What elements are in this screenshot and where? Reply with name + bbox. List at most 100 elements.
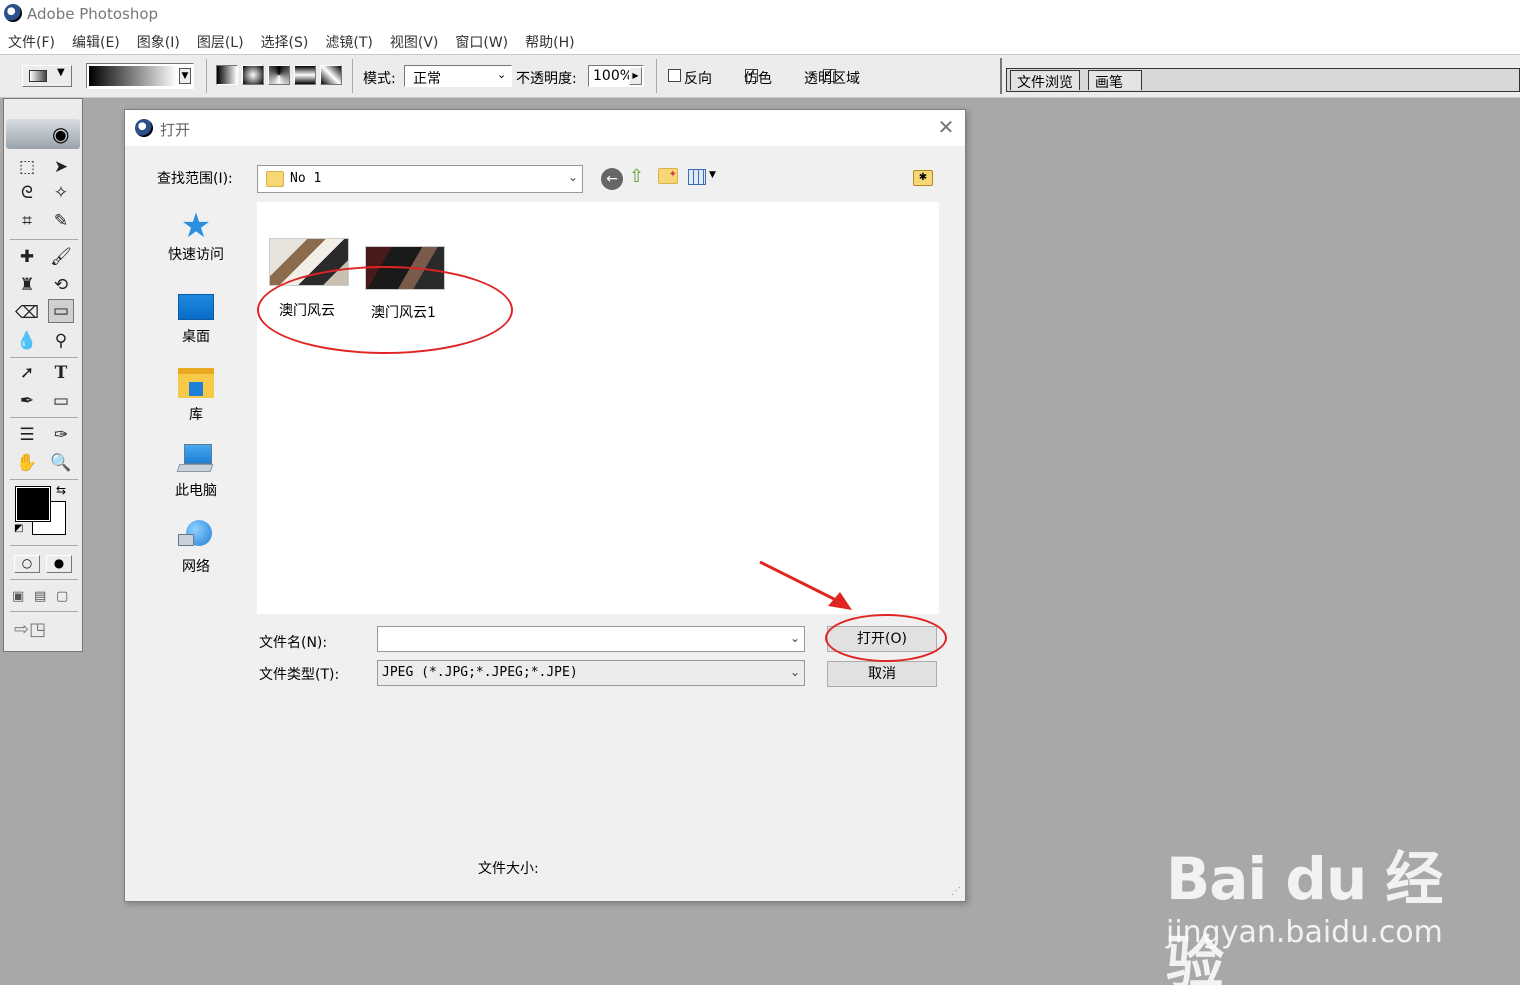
linear-gradient-button[interactable]: [216, 65, 238, 85]
brush-tool-icon[interactable]: 🖌: [48, 245, 74, 269]
mode-select[interactable]: 正常 ⌄: [404, 65, 512, 87]
baidu-logo: Bai du 经验: [1166, 845, 1443, 985]
marquee-tool-icon[interactable]: ⬚: [14, 155, 40, 179]
menu-window[interactable]: 窗口(W): [455, 28, 517, 54]
notes-tool-icon[interactable]: ☰: [14, 423, 40, 447]
tool-preset-picker[interactable]: ▼: [22, 65, 72, 87]
jump-to-imageready-icon[interactable]: ⇨◳: [14, 619, 46, 640]
clone-stamp-icon[interactable]: ♜: [14, 273, 40, 297]
open-dialog: 打开 ✕ 查找范围(I): No 1 ⌄ ← ⇧ ✦ ▼ ✱ ★ 快速访问 桌面…: [124, 109, 966, 902]
mode-label: 模式:: [363, 71, 396, 87]
view-menu-icon[interactable]: [688, 169, 706, 185]
diamond-gradient-button[interactable]: [320, 65, 342, 85]
chevron-down-icon: ⌄: [789, 631, 800, 645]
chevron-down-icon: ▼: [179, 68, 191, 84]
slice-tool-icon[interactable]: ✎: [48, 209, 74, 233]
swap-colors-icon[interactable]: ⇆: [56, 483, 66, 497]
menu-bar: 文件(F) 编辑(E) 图象(I) 图层(L) 选择(S) 滤镜(T) 视图(V…: [0, 28, 1520, 54]
place-quick-access[interactable]: ★ 快速访问: [141, 208, 251, 264]
filesize-label: 文件大小:: [478, 861, 539, 877]
resize-grip-icon[interactable]: ⋰: [951, 886, 961, 897]
cancel-button[interactable]: 取消: [827, 661, 937, 687]
up-folder-icon[interactable]: ⇧: [629, 166, 644, 187]
dodge-tool-icon[interactable]: ⚲: [48, 329, 74, 353]
places-bar: ★ 快速访问 桌面 库 此电脑 网络: [141, 202, 251, 707]
menu-help[interactable]: 帮助(H): [525, 28, 583, 54]
eraser-tool-icon[interactable]: ⌫: [14, 301, 40, 325]
angle-gradient-button[interactable]: [268, 65, 290, 85]
screen-mode-full-menu-icon[interactable]: ▤: [34, 589, 46, 604]
menu-view[interactable]: 视图(V): [390, 28, 448, 54]
lasso-tool-icon[interactable]: ᘓ: [14, 181, 40, 205]
look-in-select[interactable]: No 1 ⌄: [257, 165, 583, 193]
gradient-tool-icon: [29, 70, 47, 82]
gradient-picker[interactable]: ▼: [86, 63, 194, 89]
photoshop-icon: [4, 4, 22, 22]
zoom-tool-icon[interactable]: 🔍: [48, 451, 74, 475]
type-tool-icon[interactable]: T: [48, 361, 74, 385]
history-brush-icon[interactable]: ⟲: [48, 273, 74, 297]
place-label: 桌面: [182, 329, 210, 345]
menu-select[interactable]: 选择(S): [261, 28, 318, 54]
filename-input[interactable]: ⌄: [377, 626, 805, 652]
default-colors-icon[interactable]: ◩: [14, 523, 23, 534]
place-libraries[interactable]: 库: [141, 364, 251, 424]
close-icon[interactable]: ✕: [935, 116, 957, 138]
reverse-label: 反向: [684, 71, 712, 87]
healing-brush-icon[interactable]: ✚: [14, 245, 40, 269]
menu-filter[interactable]: 滤镜(T): [325, 28, 381, 54]
chevron-down-icon: ▼: [709, 170, 716, 180]
screen-mode-standard-icon[interactable]: ▣: [12, 589, 24, 604]
back-icon[interactable]: ←: [601, 168, 623, 190]
magic-wand-icon[interactable]: ✧: [48, 181, 74, 205]
divider: [352, 59, 353, 93]
crop-tool-icon[interactable]: ⌗: [14, 209, 40, 233]
chevron-down-icon: ⌄: [567, 170, 578, 184]
place-label: 此电脑: [175, 483, 217, 499]
favorite-folder-icon[interactable]: ✱: [913, 170, 933, 186]
filename-label: 文件名(N):: [259, 635, 328, 651]
quick-mask-icon[interactable]: ●: [46, 555, 72, 573]
place-network[interactable]: 网络: [141, 516, 251, 576]
dialog-title: 打开: [160, 121, 191, 139]
filetype-value: JPEG (*.JPG;*.JPEG;*.JPE): [382, 665, 578, 680]
computer-icon: [176, 444, 214, 474]
divider: [656, 59, 657, 93]
move-tool-icon[interactable]: ➤: [48, 155, 74, 179]
photoshop-icon: [135, 119, 153, 137]
place-desktop[interactable]: 桌面: [141, 288, 251, 346]
baidu-watermark: Bai du 经验 jingyan.baidu.com: [1160, 820, 1490, 985]
new-folder-icon[interactable]: ✦: [658, 168, 678, 184]
divider: [206, 59, 207, 93]
tab-file-browser[interactable]: 文件浏览: [1010, 70, 1080, 91]
menu-edit[interactable]: 编辑(E): [72, 28, 129, 54]
radial-gradient-button[interactable]: [242, 65, 264, 85]
standard-mode-icon[interactable]: ○: [14, 555, 40, 573]
menu-file[interactable]: 文件(F): [8, 28, 64, 54]
place-label: 快速访问: [168, 247, 224, 263]
annotation-arrow: [759, 560, 852, 610]
toolbox: ◉ ⬚ ➤ ᘓ ✧ ⌗ ✎ ✚ 🖌 ♜ ⟲ ⌫ ▭ 💧 ⚲ ➚ T ✒ ▭ ☰ …: [3, 98, 83, 652]
gradient-tool-icon[interactable]: ▭: [48, 299, 74, 323]
app-title: Adobe Photoshop: [27, 5, 159, 23]
menu-layer[interactable]: 图层(L): [197, 28, 253, 54]
network-icon: [178, 520, 214, 550]
opacity-arrow-icon[interactable]: ▶: [629, 67, 642, 85]
place-label: 网络: [182, 559, 210, 575]
blur-tool-icon[interactable]: 💧: [14, 329, 40, 353]
foreground-color-swatch[interactable]: [15, 486, 51, 522]
opacity-field[interactable]: 100% ▶: [588, 65, 644, 87]
eyedropper-icon[interactable]: ✑: [48, 423, 74, 447]
hand-tool-icon[interactable]: ✋: [14, 451, 40, 475]
reflected-gradient-button[interactable]: [294, 65, 316, 85]
pen-tool-icon[interactable]: ✒: [14, 389, 40, 413]
shape-tool-icon[interactable]: ▭: [48, 389, 74, 413]
star-icon: ★: [180, 206, 212, 246]
screen-mode-full-icon[interactable]: ▢: [56, 589, 68, 604]
path-select-icon[interactable]: ➚: [14, 361, 40, 385]
reverse-checkbox[interactable]: [668, 69, 681, 82]
place-this-pc[interactable]: 此电脑: [141, 440, 251, 500]
tab-brushes[interactable]: 画笔: [1088, 70, 1142, 91]
menu-image[interactable]: 图象(I): [137, 28, 189, 54]
filetype-select[interactable]: JPEG (*.JPG;*.JPEG;*.JPE) ⌄: [377, 660, 805, 686]
